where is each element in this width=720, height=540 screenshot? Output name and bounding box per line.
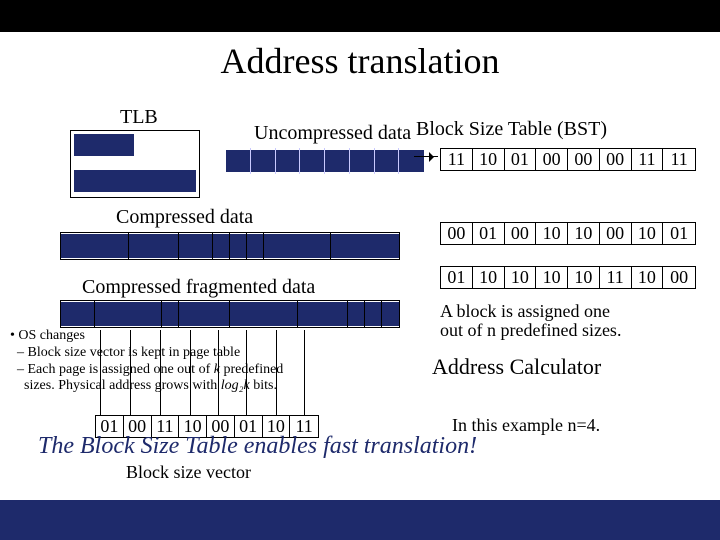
- bst-cell: 11: [663, 149, 695, 170]
- os-changes-block: • OS changes – Block size vector is kept…: [10, 328, 420, 395]
- block-assigned-line1: A block is assigned one: [440, 301, 610, 321]
- fragmented-segments: [60, 300, 400, 328]
- uncompressed-segments: [226, 148, 424, 174]
- bst-cell: 10: [505, 267, 537, 288]
- bst-cell: 10: [568, 223, 600, 244]
- connector-line: [130, 330, 131, 416]
- bst-cell: 00: [568, 149, 600, 170]
- top-black-bar: [0, 0, 720, 32]
- connector-line: [100, 330, 101, 416]
- bst-cell: 00: [505, 223, 537, 244]
- block-assigned-text: A block is assigned one out of n predefi…: [440, 302, 700, 340]
- bst-cell: 00: [600, 149, 632, 170]
- address-calculator-label: Address Calculator: [432, 354, 601, 380]
- bst-cell: 10: [536, 267, 568, 288]
- connector-line: [246, 330, 247, 416]
- connector-line: [304, 330, 305, 416]
- bst-cell: 10: [632, 267, 664, 288]
- bst-cell: 01: [505, 149, 537, 170]
- fragmented-label: Compressed fragmented data: [82, 276, 315, 299]
- bst-cell: 00: [663, 267, 695, 288]
- connector-line: [160, 330, 161, 416]
- bst-cell: 10: [536, 223, 568, 244]
- bsv-label: Block size vector: [126, 462, 251, 483]
- arrow-icon: [414, 156, 438, 166]
- bst-cell: 00: [600, 223, 632, 244]
- tlb-row-1: [74, 134, 134, 156]
- bst-cell: 11: [632, 149, 664, 170]
- uncompressed-label: Uncompressed data: [254, 122, 411, 145]
- connector-line: [276, 330, 277, 416]
- footer-bar: [0, 500, 720, 540]
- os-line2a: Each page is assigned one out of: [28, 362, 214, 377]
- bst-row-2: 01 10 10 10 10 11 10 00: [440, 266, 696, 289]
- os-line1: Block size vector is kept in page table: [28, 345, 241, 360]
- os-line2b: predefined: [220, 362, 283, 377]
- os-top: OS changes: [18, 328, 85, 343]
- bst-cell: 10: [473, 149, 505, 170]
- bst-row-0: 11 10 01 00 00 00 11 11: [440, 148, 696, 171]
- bst-title: Block Size Table (BST): [416, 118, 607, 141]
- bst-row-1: 00 01 00 10 10 00 10 01: [440, 222, 696, 245]
- bst-cell: 01: [473, 223, 505, 244]
- connector-line: [190, 330, 191, 416]
- compressed-label: Compressed data: [116, 206, 253, 229]
- summary-line: The Block Size Table enables fast transl…: [38, 433, 698, 460]
- compressed-segments: [60, 232, 400, 260]
- bst-cell: 11: [441, 149, 473, 170]
- bst-cell: 10: [632, 223, 664, 244]
- bst-cell: 01: [441, 267, 473, 288]
- bst-cell: 00: [536, 149, 568, 170]
- os-line3b: bits.: [250, 378, 277, 393]
- bst-cell: 10: [473, 267, 505, 288]
- bst-cell: 00: [441, 223, 473, 244]
- os-line3a: sizes. Physical address grows with: [24, 378, 221, 393]
- tlb-row-2: [74, 170, 196, 192]
- page-title: Address translation: [0, 40, 720, 82]
- bst-cell: 11: [600, 267, 632, 288]
- bst-cell: 01: [663, 223, 695, 244]
- connector-line: [218, 330, 219, 416]
- bst-cell: 10: [568, 267, 600, 288]
- tlb-label: TLB: [120, 106, 158, 129]
- block-assigned-line2: out of n predefined sizes.: [440, 320, 621, 340]
